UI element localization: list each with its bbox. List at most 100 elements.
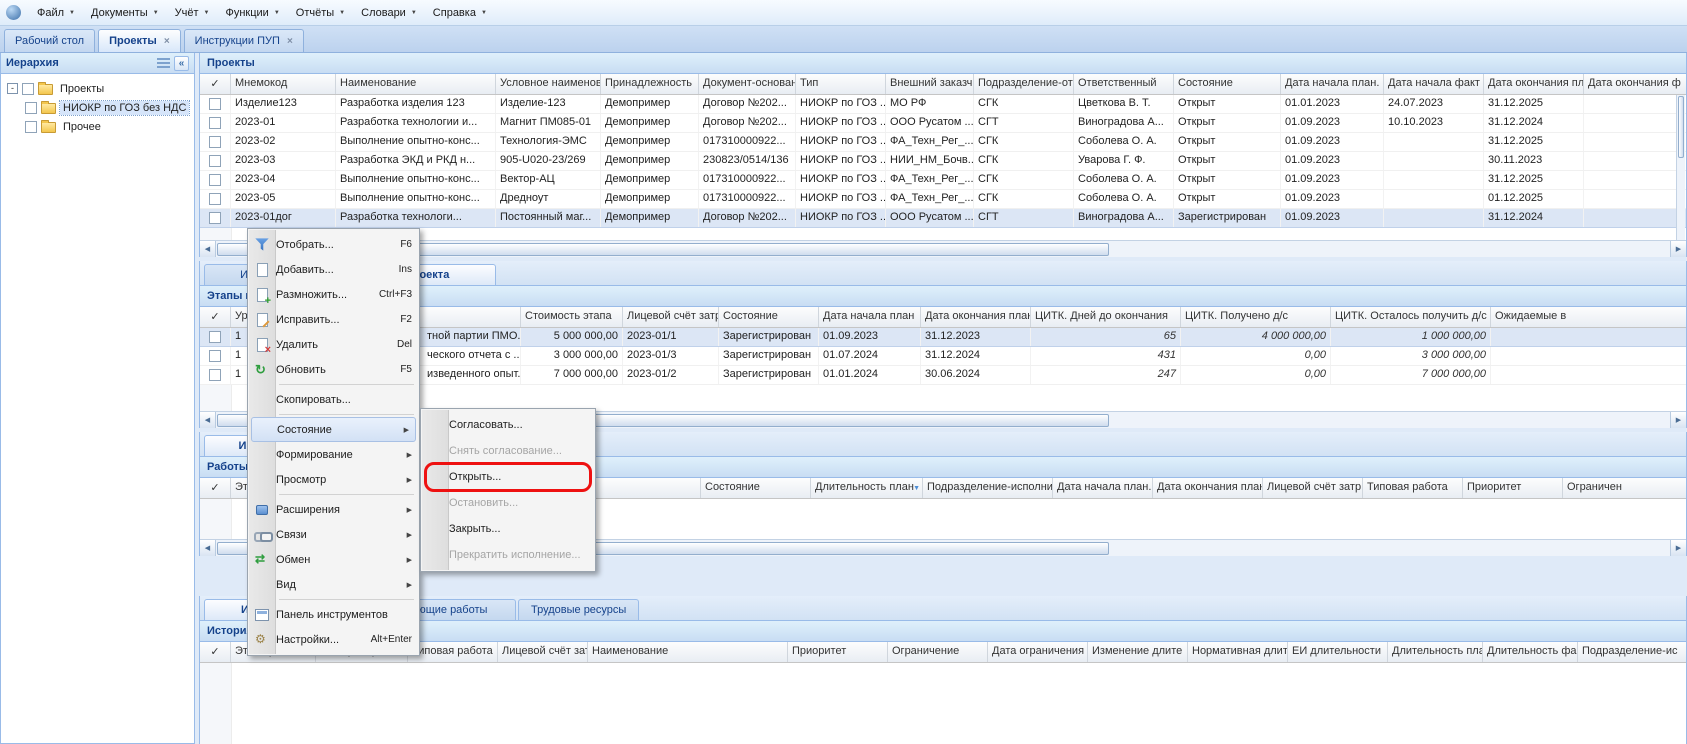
column-header[interactable]: Длительность фак xyxy=(1483,642,1578,662)
scroll-right-button[interactable]: ▶ xyxy=(1670,241,1686,257)
column-header[interactable]: Документ-основан xyxy=(699,74,796,94)
column-header[interactable]: Лицевой счёт затр xyxy=(1263,478,1363,498)
projects-hscrollbar[interactable]: ◀ ▶ xyxy=(200,240,1686,257)
tree-node[interactable]: Прочее xyxy=(3,117,192,136)
column-header[interactable]: Дата окончания план xyxy=(921,307,1031,327)
column-header[interactable]: Состояние xyxy=(719,307,819,327)
column-header[interactable]: Лицевой счёт затрат xyxy=(623,307,719,327)
menu-item-close[interactable]: Закрыть... xyxy=(422,516,594,542)
column-header[interactable]: Типовая работа xyxy=(408,642,498,662)
menu-item-formation[interactable]: Формирование▶ xyxy=(249,442,418,467)
column-header[interactable]: Состояние xyxy=(701,478,811,498)
table-row[interactable]: 2023-05Выполнение опытно-конс...Дредноут… xyxy=(200,190,1686,209)
column-header[interactable]: Подразделение-от xyxy=(974,74,1074,94)
column-header[interactable]: ✓ xyxy=(200,642,231,662)
column-header[interactable]: Условное наименова xyxy=(496,74,601,94)
row-checkbox[interactable] xyxy=(209,136,221,148)
column-header[interactable]: ✓ xyxy=(200,74,231,94)
column-header[interactable]: Состояние xyxy=(1174,74,1281,94)
collapse-panel-button[interactable]: « xyxy=(174,56,189,71)
row-checkbox[interactable] xyxy=(209,212,221,224)
projects-vscrollbar[interactable] xyxy=(1676,95,1685,240)
tab[interactable]: Рабочий стол xyxy=(4,29,95,52)
column-header[interactable]: Наименование xyxy=(588,642,788,662)
menu-item-state[interactable]: Состояние▶ xyxy=(251,417,416,442)
column-header[interactable]: Изменение длите xyxy=(1088,642,1188,662)
column-header[interactable]: Дата начала план. xyxy=(1053,478,1153,498)
menu-item-copy[interactable]: Скопировать... xyxy=(249,387,418,412)
menubar-item[interactable]: Учёт▼ xyxy=(167,4,218,22)
table-row[interactable]: 2023-01догРазработка технологи...Постоян… xyxy=(200,209,1686,228)
menu-item-extensions[interactable]: Расширения▶ xyxy=(249,497,418,522)
column-header[interactable]: Типовая работа xyxy=(1363,478,1463,498)
menu-item-relations[interactable]: Связи▶ xyxy=(249,522,418,547)
column-header[interactable]: Ограничение xyxy=(888,642,988,662)
column-header[interactable]: ЦИТК. Осталось получить д/с xyxy=(1331,307,1491,327)
column-header[interactable]: Дата начала факт xyxy=(1384,74,1484,94)
menu-item-view[interactable]: Вид▶ xyxy=(249,572,418,597)
column-header[interactable]: Ответственный xyxy=(1074,74,1174,94)
menu-item-delete[interactable]: УдалитьDel xyxy=(249,332,418,357)
table-row[interactable]: 2023-02Выполнение опытно-конс...Технолог… xyxy=(200,133,1686,152)
menubar-item[interactable]: Документы▼ xyxy=(83,4,167,22)
row-checkbox[interactable] xyxy=(209,174,221,186)
scroll-left-button[interactable]: ◀ xyxy=(200,241,216,257)
row-checkbox[interactable] xyxy=(209,117,221,129)
tab[interactable]: Трудовые ресурсы xyxy=(518,599,639,620)
tab[interactable]: Инструкции ПУП× xyxy=(184,29,304,52)
column-header[interactable]: Лицевой счёт затр xyxy=(498,642,588,662)
menu-item-open[interactable]: Открыть... xyxy=(422,464,594,490)
close-icon[interactable]: × xyxy=(287,36,293,47)
column-header[interactable]: ЕИ длительности xyxy=(1288,642,1388,662)
column-header[interactable]: Дата начала план xyxy=(819,307,921,327)
column-header[interactable]: Тип xyxy=(796,74,886,94)
menu-item-filter[interactable]: Отобрать...F6 xyxy=(249,232,418,257)
scroll-right-button[interactable]: ▶ xyxy=(1670,540,1686,556)
scroll-left-button[interactable]: ◀ xyxy=(200,412,216,428)
column-header[interactable]: Стоимость этапа xyxy=(521,307,623,327)
column-header[interactable]: Дата окончания ф xyxy=(1584,74,1686,94)
checkbox[interactable] xyxy=(25,102,37,114)
row-checkbox[interactable] xyxy=(209,155,221,167)
column-header[interactable]: Дата окончания план xyxy=(1153,478,1263,498)
row-checkbox[interactable] xyxy=(209,369,221,381)
column-header[interactable]: ✓ xyxy=(200,307,231,327)
tree-node[interactable]: НИОКР по ГОЗ без НДС xyxy=(3,98,192,117)
tab[interactable]: Проекты× xyxy=(98,29,181,52)
close-icon[interactable]: × xyxy=(164,36,170,47)
column-header[interactable]: Подразделение-ис xyxy=(1578,642,1686,662)
table-row[interactable]: Изделие123Разработка изделия 123Изделие-… xyxy=(200,95,1686,114)
menubar-item[interactable]: Справка▼ xyxy=(425,4,495,22)
column-header[interactable]: Принадлежность xyxy=(601,74,699,94)
scroll-right-button[interactable]: ▶ xyxy=(1670,412,1686,428)
collapse-icon[interactable]: - xyxy=(7,83,18,94)
menubar-item[interactable]: Отчёты▼ xyxy=(288,4,353,22)
menu-item-approve[interactable]: Согласовать... xyxy=(422,412,594,438)
tree-node[interactable]: -Проекты xyxy=(3,79,192,98)
table-row[interactable]: 2023-03Разработка ЭКД и РКД н...905-U020… xyxy=(200,152,1686,171)
table-row[interactable]: 1ческого отчета с ...3 000 000,002023-01… xyxy=(200,347,1686,366)
menubar-item[interactable]: Функции▼ xyxy=(217,4,287,22)
menu-item-edit[interactable]: Исправить...F2 xyxy=(249,307,418,332)
column-header[interactable]: Мнемокод xyxy=(231,74,336,94)
column-header[interactable]: Дата ограничения xyxy=(988,642,1088,662)
menu-item-settings[interactable]: Настройки...Alt+Enter xyxy=(249,627,418,652)
column-header[interactable]: Длительность пла xyxy=(1388,642,1483,662)
row-checkbox[interactable] xyxy=(209,331,221,343)
menubar-item[interactable]: Файл▼ xyxy=(29,4,83,22)
checkbox[interactable] xyxy=(22,83,34,95)
checkbox[interactable] xyxy=(25,121,37,133)
column-header[interactable]: ЦИТК. Дней до окончания xyxy=(1031,307,1181,327)
menu-item-refresh[interactable]: ОбновитьF5 xyxy=(249,357,418,382)
menu-item-preview[interactable]: Просмотр▶ xyxy=(249,467,418,492)
column-header[interactable]: Внешний заказчик xyxy=(886,74,974,94)
column-header[interactable]: Дата окончания пл xyxy=(1484,74,1584,94)
column-header[interactable]: Нормативная длит xyxy=(1188,642,1288,662)
table-row[interactable]: 2023-04Выполнение опытно-конс...Вектор-А… xyxy=(200,171,1686,190)
table-row[interactable]: 1тной партии ПМО...5 000 000,002023-01/1… xyxy=(200,328,1686,347)
column-menu-icon[interactable]: ▼ xyxy=(913,485,920,492)
column-header[interactable]: Ограничен xyxy=(1563,478,1686,498)
column-header[interactable]: Подразделение-исполнитель. xyxy=(923,478,1053,498)
column-header[interactable]: Наименование xyxy=(336,74,496,94)
filter-icon[interactable] xyxy=(157,58,170,69)
